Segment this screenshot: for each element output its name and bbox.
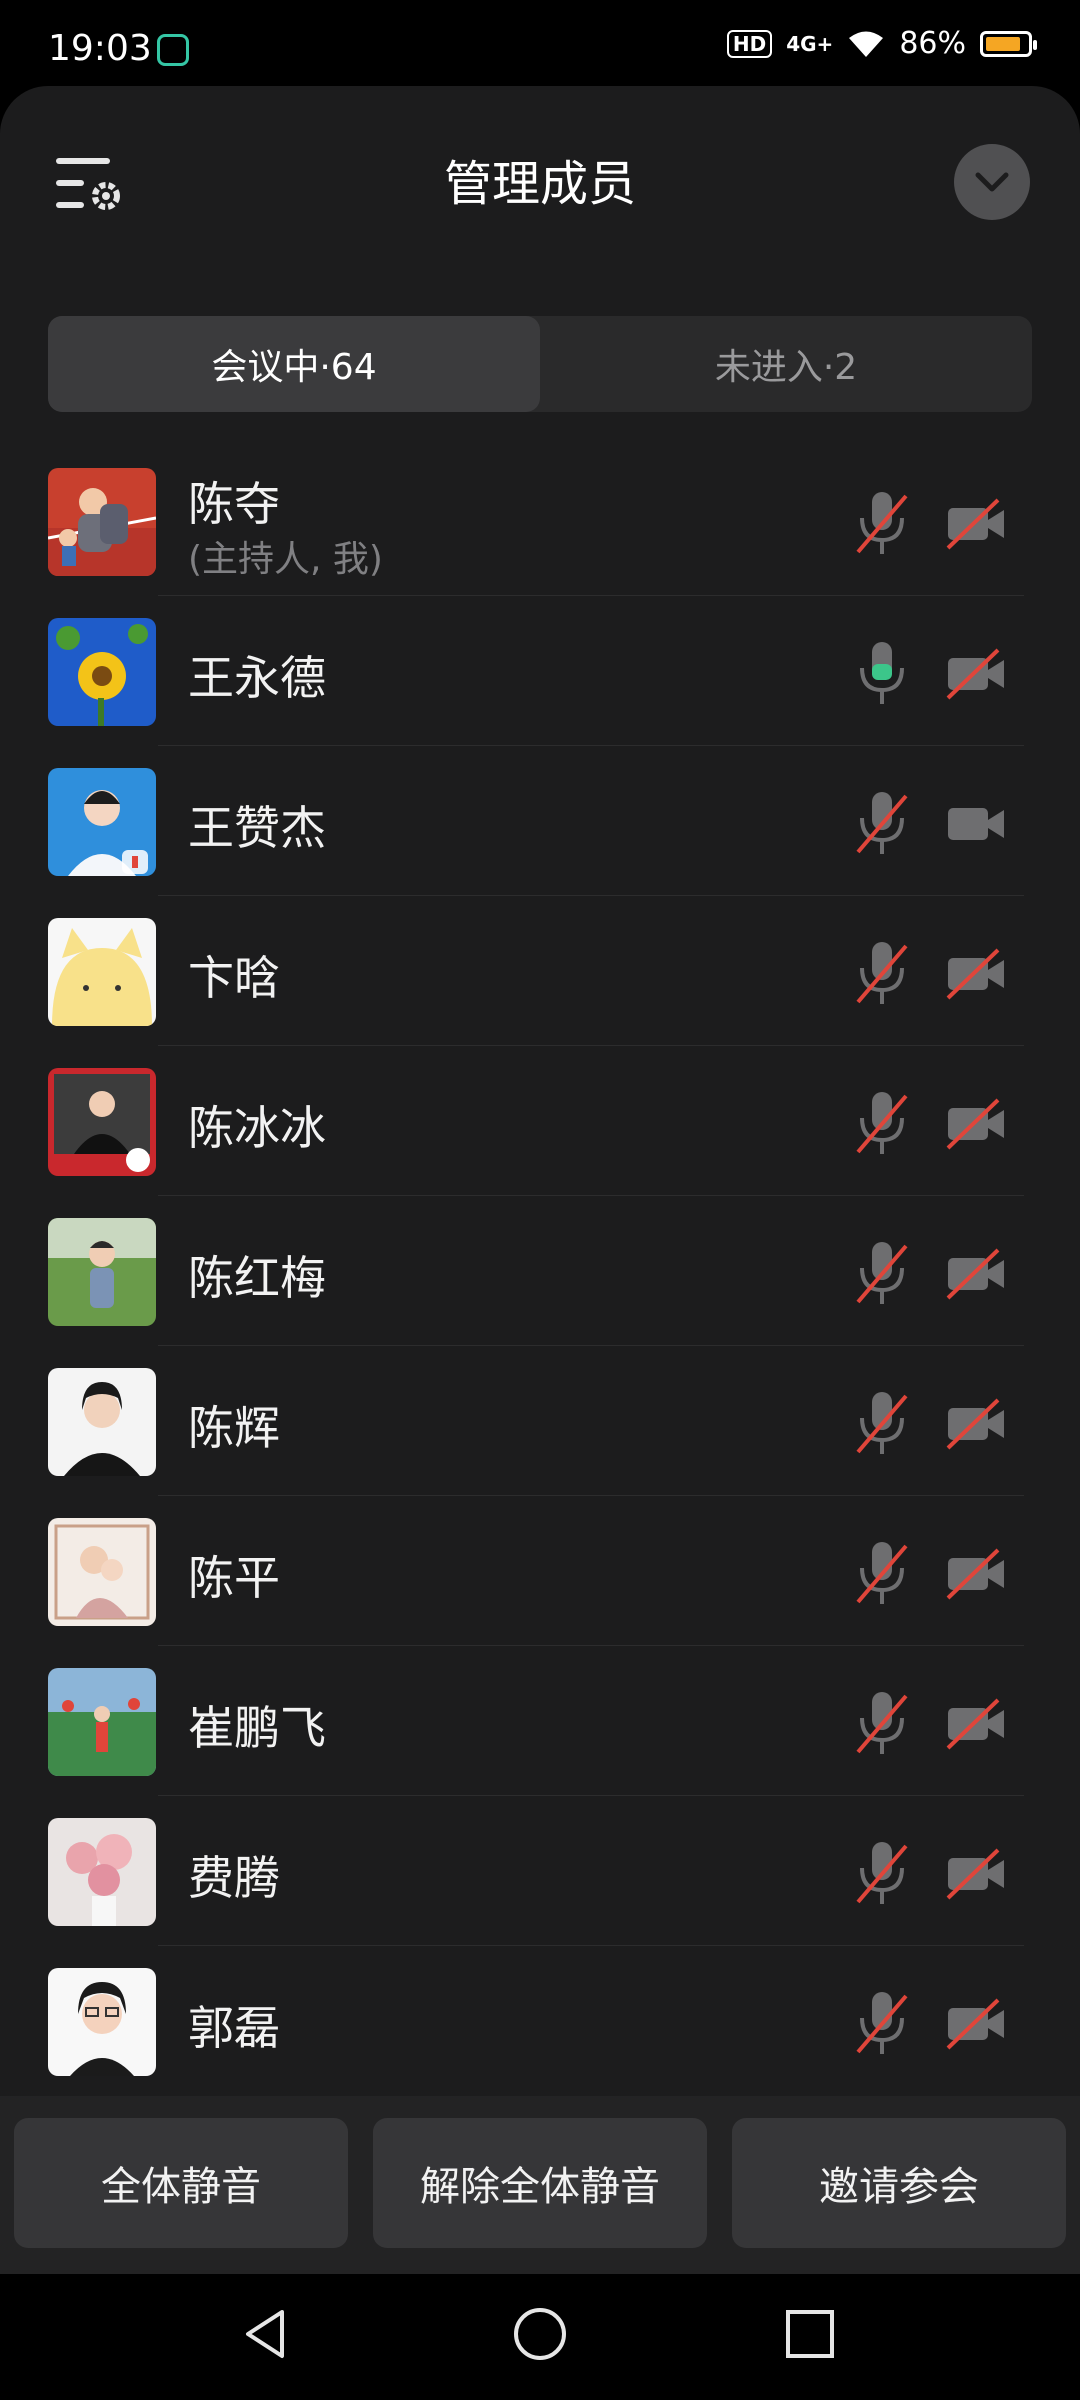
mic-active-icon[interactable] xyxy=(852,638,912,710)
camera-off-icon[interactable] xyxy=(946,1096,1006,1152)
mic-muted-icon[interactable] xyxy=(852,938,912,1010)
member-role: (主持人, 我) xyxy=(188,539,383,580)
battery-icon xyxy=(980,30,1037,57)
camera-off-icon[interactable] xyxy=(946,496,1006,552)
member-name: 陈夺 xyxy=(188,477,280,531)
mic-muted-icon[interactable] xyxy=(852,1538,912,1610)
member-row[interactable]: 陈辉 xyxy=(0,1346,1080,1496)
member-name: 陈红梅 xyxy=(188,1251,326,1305)
member-row[interactable]: 费腾 xyxy=(0,1796,1080,1946)
square-recents-icon[interactable] xyxy=(780,2304,840,2364)
mic-muted-icon[interactable] xyxy=(852,788,912,860)
member-row[interactable]: 卞晗 xyxy=(0,896,1080,1046)
camera-off-icon[interactable] xyxy=(946,946,1006,1002)
member-tabs: 会议中·64 未进入·2 xyxy=(48,316,1032,412)
manage-members-sheet: 管理成员 会议中·64 未进入·2 陈夺 (主持人, 我) 王永德 王赞杰 卞晗… xyxy=(0,86,1080,2274)
mic-muted-icon[interactable] xyxy=(852,1238,912,1310)
camera-on-icon[interactable] xyxy=(946,796,1006,852)
status-right: HD 4G+ 86% xyxy=(726,26,1037,61)
member-name: 陈平 xyxy=(188,1551,280,1605)
member-name: 崔鹏飞 xyxy=(188,1701,326,1755)
avatar xyxy=(48,1818,156,1926)
member-row[interactable]: 陈平 xyxy=(0,1496,1080,1646)
page-title: 管理成员 xyxy=(443,156,636,212)
bottom-action-bar: 全体静音 解除全体静音 邀请参会 xyxy=(0,2096,1080,2274)
battery-percent: 86% xyxy=(899,26,966,61)
member-name: 王永德 xyxy=(188,651,326,705)
camera-off-icon[interactable] xyxy=(946,1246,1006,1302)
member-name: 卞晗 xyxy=(188,951,280,1005)
avatar xyxy=(48,1218,156,1326)
member-list: 陈夺 (主持人, 我) 王永德 王赞杰 卞晗 陈冰冰 陈红梅 陈辉 陈平 崔鹏飞… xyxy=(0,446,1080,2096)
member-name: 陈冰冰 xyxy=(188,1101,326,1155)
camera-off-icon[interactable] xyxy=(946,1846,1006,1902)
network-type: 4G+ xyxy=(786,31,834,56)
app-notification-icon xyxy=(157,34,189,66)
member-name: 费腾 xyxy=(188,1851,280,1905)
avatar xyxy=(48,1668,156,1776)
sheet-header: 管理成员 xyxy=(0,86,1080,266)
avatar xyxy=(48,1518,156,1626)
member-name: 郭磊 xyxy=(188,2001,280,2055)
tab-in-meeting[interactable]: 会议中·64 xyxy=(48,316,540,412)
member-name: 陈辉 xyxy=(188,1401,280,1455)
member-row[interactable]: 王赞杰 xyxy=(0,746,1080,896)
camera-off-icon[interactable] xyxy=(946,1996,1006,2052)
signal-icon: 4G+ xyxy=(786,31,834,56)
triangle-back-icon[interactable] xyxy=(236,2304,296,2364)
mic-muted-icon[interactable] xyxy=(852,488,912,560)
member-row[interactable]: 陈冰冰 xyxy=(0,1046,1080,1196)
avatar xyxy=(48,468,156,576)
circle-home-icon[interactable] xyxy=(510,2304,570,2364)
avatar xyxy=(48,768,156,876)
system-nav-bar xyxy=(0,2274,1080,2400)
member-row[interactable]: 崔鹏飞 xyxy=(0,1646,1080,1796)
unmute-all-button[interactable]: 解除全体静音 xyxy=(373,2118,707,2248)
hd-badge: HD xyxy=(726,29,773,58)
member-row[interactable]: 陈红梅 xyxy=(0,1196,1080,1346)
mic-muted-icon[interactable] xyxy=(852,1388,912,1460)
member-row[interactable]: 王永德 xyxy=(0,596,1080,746)
wifi-icon xyxy=(849,31,884,57)
avatar xyxy=(48,918,156,1026)
chevron-down-icon xyxy=(975,172,1009,192)
collapse-button[interactable] xyxy=(954,144,1030,220)
member-name: 王赞杰 xyxy=(188,801,326,855)
avatar xyxy=(48,1068,156,1176)
camera-off-icon[interactable] xyxy=(946,1696,1006,1752)
camera-off-icon[interactable] xyxy=(946,1546,1006,1602)
mic-muted-icon[interactable] xyxy=(852,1838,912,1910)
camera-off-icon[interactable] xyxy=(946,646,1006,702)
mic-muted-icon[interactable] xyxy=(852,1088,912,1160)
avatar xyxy=(48,618,156,726)
avatar xyxy=(48,1368,156,1476)
invite-button[interactable]: 邀请参会 xyxy=(732,2118,1066,2248)
camera-off-icon[interactable] xyxy=(946,1396,1006,1452)
avatar xyxy=(48,1968,156,2076)
mute-all-button[interactable]: 全体静音 xyxy=(14,2118,348,2248)
tab-not-joined[interactable]: 未进入·2 xyxy=(540,316,1032,412)
member-row[interactable]: 郭磊 xyxy=(0,1946,1080,2096)
member-row[interactable]: 陈夺 (主持人, 我) xyxy=(0,446,1080,596)
mic-muted-icon[interactable] xyxy=(852,1688,912,1760)
status-time: 19:03 xyxy=(48,28,152,69)
status-bar: 19:03 HD 4G+ 86% xyxy=(0,0,1080,90)
mic-muted-icon[interactable] xyxy=(852,1988,912,2060)
